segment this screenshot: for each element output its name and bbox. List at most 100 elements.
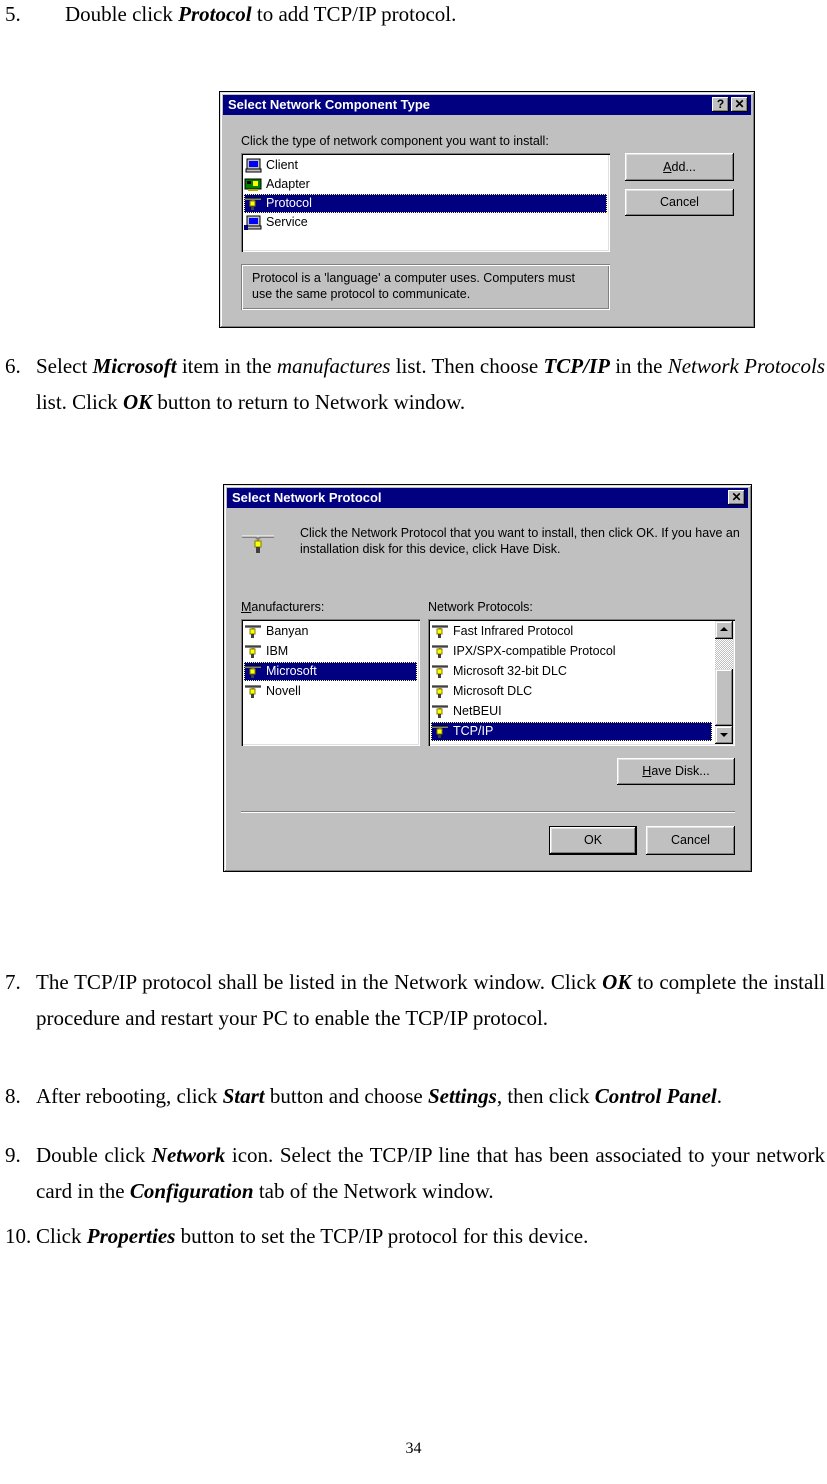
step-text: After rebooting, click Start button and … (36, 1078, 825, 1114)
add-label: dd... (671, 160, 696, 174)
emphasis-term: TCP/IP (543, 354, 610, 378)
list-item[interactable]: Microsoft (244, 662, 417, 681)
list-item[interactable]: TCP/IP (431, 722, 712, 741)
manufacturers-label: Manufacturers: (241, 600, 324, 614)
list-item-label: Adapter (266, 177, 310, 191)
list-item-label: Service (266, 215, 308, 229)
list-item[interactable]: Protocol (244, 194, 607, 213)
emphasis-term: Settings (427, 1084, 497, 1108)
manufacturers-accel: M (241, 600, 252, 614)
scroll-thumb[interactable] (715, 669, 733, 726)
scroll-down-button[interactable] (715, 726, 733, 744)
manufacturers-list[interactable]: Banyan IBM Microsoft Novell (241, 619, 420, 746)
step-number: 9. (5, 1143, 21, 1167)
select-network-protocol-dialog: Select Network Protocol ✕ Click the Netw… (223, 484, 752, 872)
emphasis-term: OK (122, 390, 153, 414)
text-run: in the (609, 354, 668, 378)
emphasis-term: Control Panel (594, 1084, 717, 1108)
list-item[interactable]: Novell (244, 682, 417, 701)
arrow-up-icon (720, 627, 728, 631)
description-box: Protocol is a 'language' a computer uses… (241, 264, 610, 310)
have-disk-accel: H (642, 764, 652, 778)
text-run: Double click (65, 2, 179, 26)
close-icon: ✕ (731, 490, 742, 504)
step-text: Double click Network icon. Select the TC… (36, 1137, 825, 1209)
list-item[interactable]: Adapter (244, 175, 607, 194)
step-number: 5. (5, 2, 21, 26)
component-prompt: Click the type of network component you … (241, 134, 549, 148)
have-disk-label: ave Disk... (651, 764, 710, 778)
list-item[interactable]: IBM (244, 642, 417, 661)
text-run: button to set the TCP/IP protocol for th… (175, 1224, 589, 1248)
text-run: tab of the Network window. (253, 1179, 494, 1203)
close-button[interactable]: ✕ (728, 490, 745, 505)
list-item-label: Fast Infrared Protocol (453, 624, 574, 638)
protocol-network-icon (431, 704, 449, 719)
list-item[interactable]: Microsoft 32-bit DLC (431, 662, 712, 681)
step-number: 10. (5, 1224, 32, 1248)
add-button[interactable]: Add... (625, 153, 734, 181)
network-protocol-icon (242, 535, 274, 553)
client-computer-icon (244, 158, 262, 173)
ok-label: OK (583, 833, 603, 847)
step-number: 8. (5, 1084, 21, 1108)
step-number: 6. (5, 354, 21, 378)
cancel-button[interactable]: Cancel (646, 826, 735, 855)
close-button[interactable]: ✕ (731, 97, 748, 112)
text-run: button and choose (264, 1084, 428, 1108)
list-item[interactable]: NetBEUI (431, 702, 712, 721)
protocol-network-icon (244, 196, 262, 211)
emphasis-term: Protocol (178, 2, 252, 26)
emphasis-term: manufactures (276, 354, 391, 378)
dialog-titlebar: Select Network Protocol ✕ (227, 488, 748, 508)
scroll-track[interactable] (715, 639, 733, 669)
instructions-text: Click the Network Protocol that you want… (300, 526, 740, 556)
protocols-scrollbar[interactable] (715, 621, 733, 744)
add-accel: A (663, 160, 672, 174)
protocol-network-icon (431, 724, 449, 739)
select-network-component-type-dialog: Select Network Component Type ? ✕ Click … (219, 91, 755, 328)
close-icon: ✕ (734, 97, 745, 111)
protocol-network-icon (431, 664, 449, 679)
protocol-network-icon (244, 644, 262, 659)
list-item[interactable]: Fast Infrared Protocol (431, 622, 712, 641)
emphasis-term: OK (602, 970, 632, 994)
have-disk-button[interactable]: Have Disk... (617, 758, 735, 785)
manufacturers-label-text: anufacturers: (251, 600, 325, 614)
list-item[interactable]: Client (244, 156, 607, 175)
list-item-label: Protocol (266, 196, 312, 210)
emphasis-term: Properties (86, 1224, 176, 1248)
step-number: 7. (5, 970, 21, 994)
list-item-label: IBM (266, 644, 289, 658)
step-text: The TCP/IP protocol shall be listed in t… (36, 964, 825, 1036)
network-protocols-label: Network Protocols: (428, 600, 533, 614)
text-run: The TCP/IP protocol shall be listed in t… (36, 970, 603, 994)
text-run: Click (36, 1224, 87, 1248)
arrow-down-icon (720, 733, 728, 737)
list-item[interactable]: Microsoft DLC (431, 682, 712, 701)
step-text: Click Properties button to set the TCP/I… (36, 1218, 825, 1254)
list-item-label: TCP/IP (453, 724, 494, 738)
cancel-button[interactable]: Cancel (625, 189, 734, 216)
list-item-label: Banyan (266, 624, 309, 638)
text-run: . (716, 1084, 722, 1108)
emphasis-term: Configuration (129, 1179, 254, 1203)
list-item-label: Novell (266, 684, 301, 698)
step-text: Double click Protocol to add TCP/IP prot… (65, 0, 805, 32)
dialog-title: Select Network Component Type (228, 97, 431, 112)
ok-button[interactable]: OK (549, 826, 637, 855)
list-item[interactable]: Banyan (244, 622, 417, 641)
help-button[interactable]: ? (712, 97, 729, 112)
page-number: 34 (405, 1440, 422, 1457)
dialog-titlebar: Select Network Component Type ? ✕ (223, 95, 751, 115)
help-icon: ? (716, 97, 725, 111)
list-item[interactable]: IPX/SPX-compatible Protocol (431, 642, 712, 661)
text-run: button to return to Network window. (152, 390, 466, 414)
text-run: list. Then choose (390, 354, 544, 378)
protocol-network-icon (431, 684, 449, 699)
list-item[interactable]: Service (244, 213, 607, 232)
protocol-network-icon (244, 664, 262, 679)
network-protocols-list[interactable]: Fast Infrared Protocol IPX/SPX-compatible… (428, 619, 735, 746)
component-type-list[interactable]: Client Adapter Protocol Service (241, 153, 610, 252)
scroll-up-button[interactable] (715, 621, 733, 639)
